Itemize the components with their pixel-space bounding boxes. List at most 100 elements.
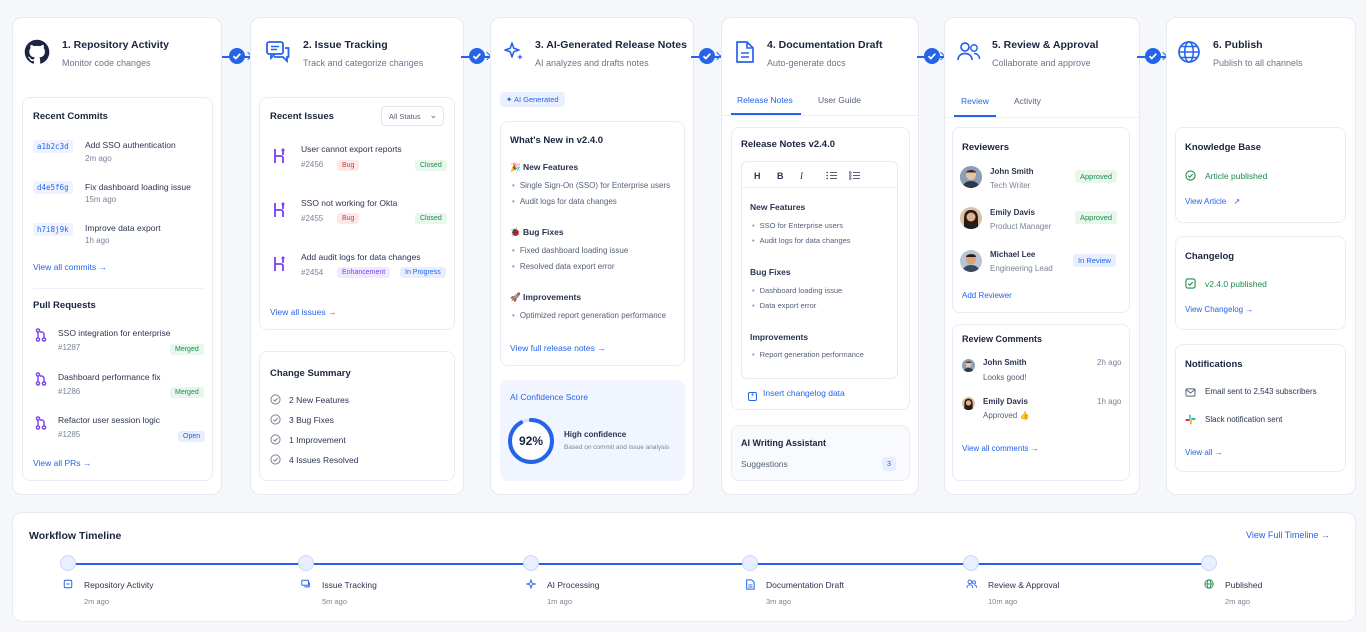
doc-section-title: Improvements [750,332,809,342]
commit-time: 2m ago [85,154,112,163]
chevron-down-icon: ⌄ [429,110,437,120]
mail-icon [1185,388,1196,397]
divider [722,115,918,116]
insert-icon: + [748,392,757,401]
view-full-release-notes-link[interactable]: View full release notes → [510,343,606,353]
italic-button[interactable]: I [800,171,803,181]
workflow-timeline-title: Workflow Timeline [29,530,122,542]
section-title-label: Bug Fixes [522,227,564,237]
view-article-label: View Article [1185,197,1227,206]
check-circle-icon [270,434,281,445]
comment-time: 1h ago [1097,397,1122,406]
issue-title[interactable]: Add audit logs for data changes [301,252,421,262]
pr-title[interactable]: SSO integration for enterprise [58,328,170,338]
ai-writing-assistant-card [731,425,910,481]
commit-message: Improve data export [85,223,161,233]
pr-icon [35,328,47,342]
release-notes-card [500,121,685,366]
view-all-commits-link[interactable]: View all commits → [33,262,107,272]
workflow-timeline-panel [12,512,1356,622]
doc-item: Data export error [752,301,817,310]
issue-status-badge: In Progress [400,267,446,278]
arrow-right-icon: → [98,262,108,272]
view-changelog-label: View Changelog [1185,305,1244,314]
ordered-list-icon[interactable] [826,171,837,180]
arrow-right-icon: → [1214,448,1223,457]
tab-release-notes[interactable]: Release Notes [737,95,793,105]
changelog-status: v2.4.0 published [1205,279,1267,289]
view-all-notifications-label: View all [1185,448,1213,457]
reviewer-name: John Smith [990,167,1034,176]
chat-icon [301,579,311,589]
comment-text: Looks good! [983,373,1027,382]
issue-title[interactable]: SSO not working for Okta [301,198,397,208]
bold-button[interactable]: B [777,171,784,181]
view-all-notifications-link[interactable]: View all → [1185,448,1223,457]
add-reviewer-button[interactable]: Add Reviewer [962,291,1012,300]
commit-hash[interactable]: a1b2c3d [33,140,73,153]
globe-icon [1204,579,1214,589]
release-note-item: Resolved data export error [512,262,615,271]
view-article-link[interactable]: View Article ↗ [1185,197,1240,206]
step-title: 1. Repository Activity [62,39,169,51]
checkbox-checked-icon [1185,278,1196,289]
commit-hash[interactable]: h7i8j9k [33,223,73,236]
step-title: 3. AI-Generated Release Notes [535,39,687,51]
view-all-comments-link[interactable]: View all comments → [962,444,1039,453]
editor-toolbar [742,162,897,188]
section-title: 🐞 Bug Fixes [510,227,564,238]
section-title-label: New Features [522,162,579,172]
issue-number: #2454 [301,268,324,277]
pull-requests-title: Pull Requests [33,300,96,311]
docs-card-title: Release Notes v2.4.0 [741,139,836,150]
reviewer-status-badge: Approved [1075,211,1118,224]
check-circle-icon [270,394,281,405]
pr-title[interactable]: Refactor user session logic [58,415,160,425]
view-full-timeline-link[interactable]: View Full Timeline → [1246,530,1330,540]
reviewer-name: Emily Davis [990,208,1035,217]
summary-item: 3 Bug Fixes [289,415,334,425]
bullet-list-icon[interactable] [849,171,860,180]
reviewer-name: Michael Lee [990,250,1036,259]
tab-user-guide[interactable]: User Guide [818,95,861,105]
step-subtitle: Auto-generate docs [767,58,846,68]
doc-item: SSO for Enterprise users [752,221,843,230]
timeline-event-label: Review & Approval [988,580,1060,590]
issue-type-badge: Bug [337,213,360,224]
check-circle-icon [270,454,281,465]
timeline-event-time: 3m ago [766,597,792,606]
status-filter-select[interactable]: All Status ⌄ [381,106,444,126]
commit-time: 1h ago [85,236,110,245]
commit-time: 15m ago [85,195,117,204]
suggestions-label[interactable]: Suggestions [741,459,788,469]
timeline-node [1201,555,1217,571]
timeline-event-time: 2m ago [1225,597,1251,606]
heading-button[interactable]: H [754,171,761,181]
pr-title[interactable]: Dashboard performance fix [58,372,161,382]
view-changelog-link[interactable]: View Changelog → [1185,305,1253,314]
issue-number: #2455 [301,214,324,223]
release-note-item: Optimized report generation performance [512,311,666,320]
slack-icon [1185,414,1196,425]
confidence-label: High confidence [564,430,627,439]
knowledge-base-title: Knowledge Base [1185,142,1262,153]
commit-hash[interactable]: d4e5f6g [33,181,73,194]
comment-author: John Smith [983,358,1027,367]
arrow-right-icon: → [1030,444,1039,453]
tab-review[interactable]: Review [961,96,989,106]
step-title: 4. Documentation Draft [767,39,883,51]
commit-message: Add SSO authentication [85,140,176,150]
confidence-value: 92% [518,434,544,448]
external-link-icon: ↗ [1233,197,1241,206]
recent-issues-title: Recent Issues [270,111,334,122]
insert-changelog-button[interactable]: + Insert changelog data [748,388,845,401]
arrow-right-icon: → [1320,530,1330,540]
insert-changelog-label: Insert changelog data [763,388,845,398]
tab-activity[interactable]: Activity [1014,96,1041,106]
view-all-prs-link[interactable]: View all PRs → [33,458,91,468]
view-all-issues-link[interactable]: View all issues → [270,307,336,317]
timeline-node [523,555,539,571]
issue-icon [272,201,286,219]
issue-title[interactable]: User cannot export reports [301,144,402,154]
issue-icon [272,255,286,273]
